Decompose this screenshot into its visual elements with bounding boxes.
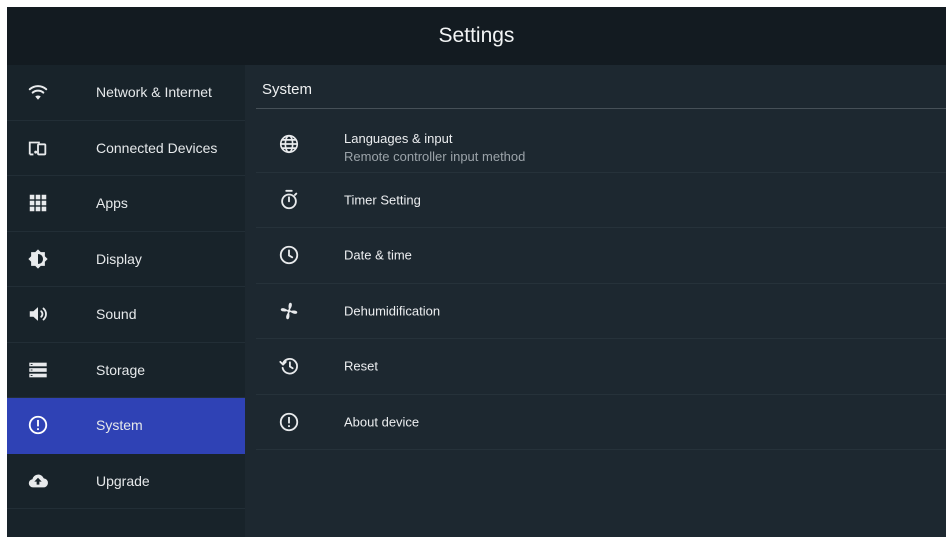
wifi-icon: [27, 81, 49, 103]
settings-window: Settings Network & Internet Connected De…: [7, 7, 946, 537]
list-item-label: Timer Setting: [344, 192, 421, 208]
sidebar-item-system[interactable]: System: [7, 398, 245, 454]
reset-item[interactable]: Reset: [256, 339, 946, 395]
list-item-label: Dehumidification: [344, 303, 441, 319]
info-icon: [27, 414, 49, 436]
list-item-label: Date & time: [344, 247, 412, 263]
sidebar-item-storage[interactable]: Storage: [7, 343, 245, 398]
section-divider: [256, 108, 946, 109]
sidebar-item-label: System: [96, 417, 143, 434]
sidebar-item-label: Network & Internet: [96, 84, 212, 101]
info-icon: [278, 411, 300, 433]
sidebar-item-label: Storage: [96, 361, 146, 378]
sidebar-item-label: Display: [96, 250, 142, 267]
sidebar: Network & Internet Connected Devices App…: [7, 65, 245, 537]
cloud-upload-icon: [27, 470, 49, 492]
dehumidification-item[interactable]: Dehumidification: [256, 284, 946, 339]
globe-icon: [278, 133, 300, 155]
languages-input-item[interactable]: Languages & input Remote controller inpu…: [256, 117, 946, 173]
app-header: Settings: [7, 7, 946, 65]
system-settings-list: Languages & input Remote controller inpu…: [256, 117, 946, 450]
clock-icon: [278, 244, 300, 266]
list-item-label: Reset: [344, 358, 378, 374]
page-title: Settings: [438, 24, 515, 47]
section-title: System: [262, 81, 313, 98]
sidebar-item-upgrade[interactable]: Upgrade: [7, 454, 245, 509]
sidebar-item-network[interactable]: Network & Internet: [7, 65, 245, 121]
fan-icon: [278, 300, 300, 322]
speaker-icon: [27, 303, 49, 325]
brightness-icon: [27, 248, 49, 270]
storage-icon: [27, 359, 49, 381]
apps-grid-icon: [27, 192, 49, 214]
timer-setting-item[interactable]: Timer Setting: [256, 173, 946, 228]
timer-icon: [278, 189, 300, 211]
sidebar-item-sound[interactable]: Sound: [7, 287, 245, 343]
list-item-sublabel: Remote controller input method: [344, 149, 526, 164]
list-item-label: About device: [344, 414, 420, 430]
about-device-item[interactable]: About device: [256, 395, 946, 450]
restore-icon: [278, 355, 300, 377]
list-item-label: Languages & input: [344, 131, 453, 146]
sidebar-item-connected-devices[interactable]: Connected Devices: [7, 121, 245, 176]
sidebar-item-label: Sound: [96, 306, 137, 323]
sidebar-item-label: Connected Devices: [96, 139, 218, 156]
sidebar-item-apps[interactable]: Apps: [7, 176, 245, 232]
system-settings-panel: System Languages & input Remote controll…: [245, 65, 946, 537]
sidebar-item-label: Apps: [96, 195, 128, 212]
sidebar-item-display[interactable]: Display: [7, 232, 245, 287]
devices-icon: [27, 137, 49, 159]
sidebar-item-label: Upgrade: [96, 472, 150, 489]
date-time-item[interactable]: Date & time: [256, 228, 946, 284]
